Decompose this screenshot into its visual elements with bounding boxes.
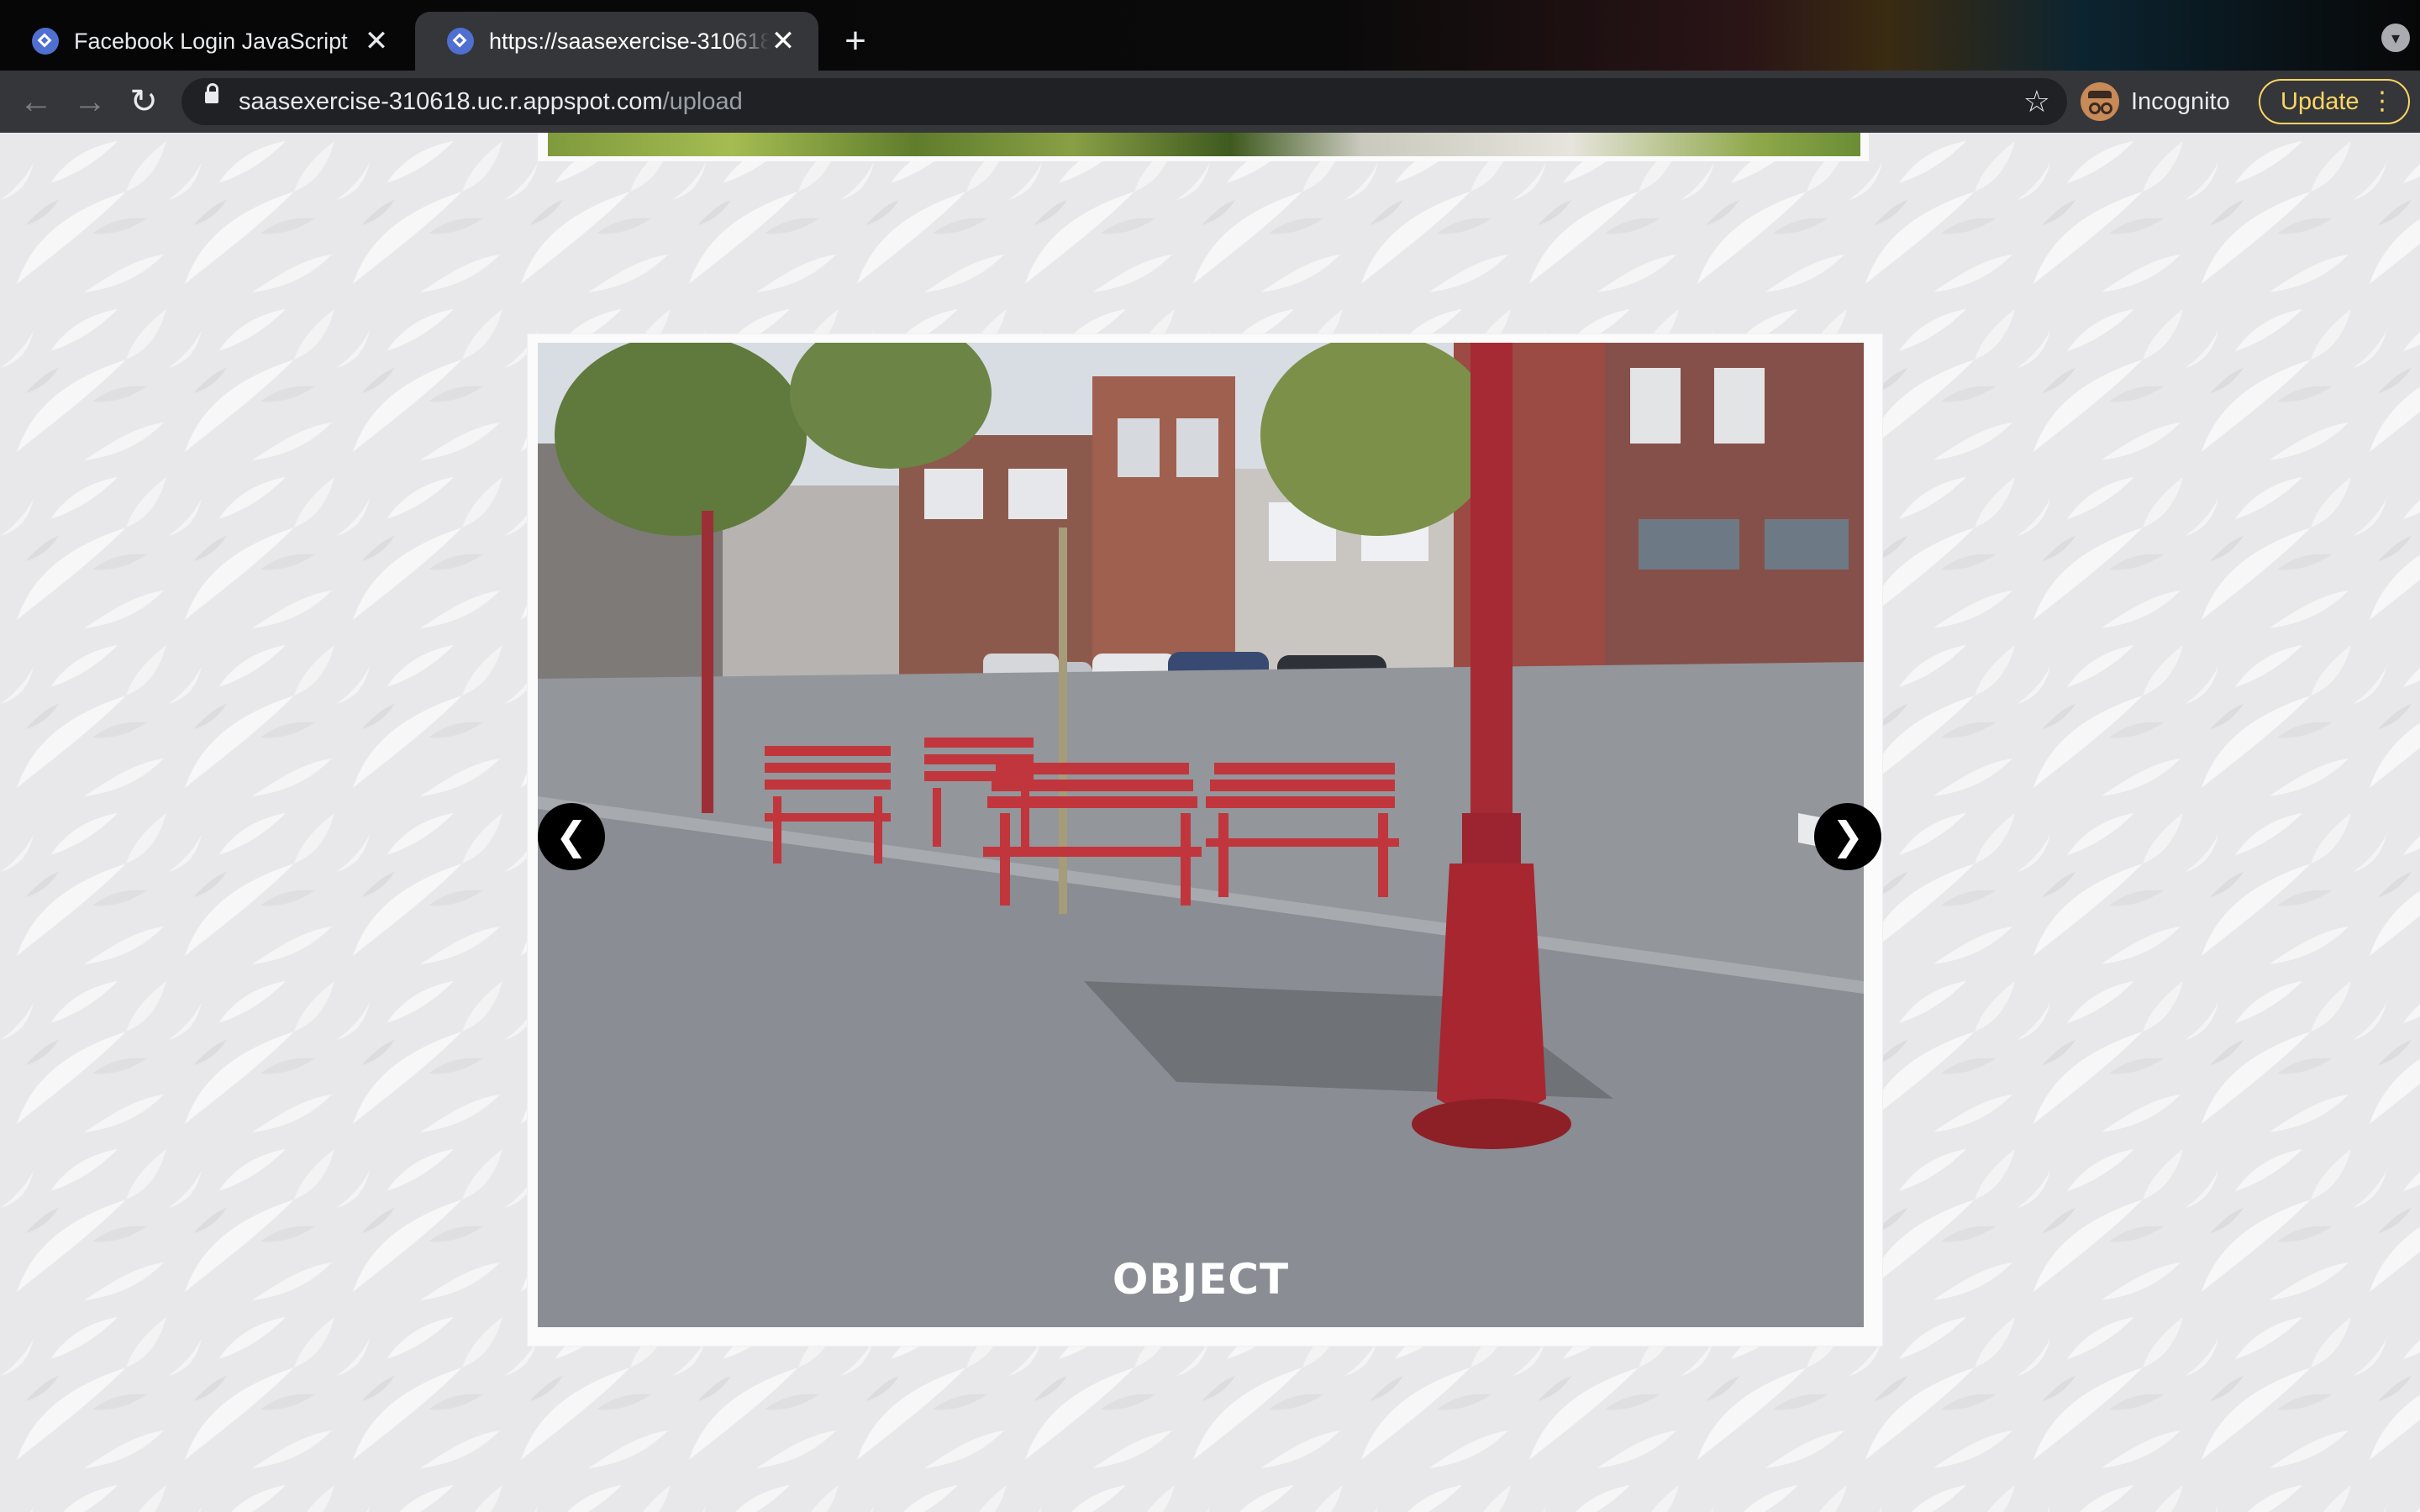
page-content: OBJECT ❮ ❯ [0, 133, 2420, 1512]
next-slide-button[interactable]: ❯ [1814, 803, 1881, 870]
close-tab-icon[interactable]: ✕ [770, 27, 797, 55]
update-label: Update [2281, 88, 2360, 115]
close-tab-icon[interactable]: ✕ [363, 27, 390, 55]
url-text[interactable]: saasexercise-310618.uc.r.appspot.com/upl… [239, 78, 743, 125]
url-domain: saasexercise-310618.uc.r.appspot.com [239, 88, 663, 115]
previous-slide-image [548, 133, 1860, 160]
profile-label: Incognito [2131, 87, 2230, 115]
slide-image: OBJECT [538, 343, 1864, 1327]
tab-title: Facebook Login JavaScript [74, 28, 348, 54]
slide-caption: OBJECT [1112, 1255, 1290, 1304]
bookmark-star-icon[interactable]: ☆ [2023, 78, 2050, 125]
address-bar[interactable]: saasexercise-310618.uc.r.appspot.com/upl… [182, 78, 2067, 125]
tab-strip: Facebook Login JavaScript ✕ https://saas… [0, 0, 2420, 71]
url-path: /upload [662, 88, 743, 115]
street-scene-illustration [538, 343, 1864, 1327]
update-button[interactable]: Update ⋮ [2259, 79, 2410, 124]
back-button[interactable]: ← [15, 81, 57, 123]
incognito-profile-button[interactable]: Incognito [2081, 81, 2254, 123]
lock-icon[interactable] [205, 83, 218, 103]
browser-toolbar: ← → ↻ saasexercise-310618.uc.r.appspot.c… [0, 71, 2420, 133]
more-menu-icon[interactable]: ⋮ [2370, 81, 2395, 123]
tab-upload-page[interactable]: https://saasexercise-310618.uc.r.appspot… [415, 12, 818, 71]
tab-search-chevron-icon[interactable]: ▾ [2381, 24, 2410, 52]
forward-button[interactable]: → [69, 81, 111, 123]
tab-title: https://saasexercise-310618.uc.r.appspot… [489, 28, 770, 54]
site-favicon-icon [447, 28, 474, 55]
reload-button[interactable]: ↻ [123, 81, 165, 123]
incognito-icon [2081, 82, 2119, 121]
new-tab-button[interactable]: + [835, 22, 876, 62]
site-favicon-icon [32, 28, 59, 55]
previous-slide-button[interactable]: ❮ [538, 803, 605, 870]
tab-facebook-login[interactable]: Facebook Login JavaScript ✕ [0, 12, 412, 71]
